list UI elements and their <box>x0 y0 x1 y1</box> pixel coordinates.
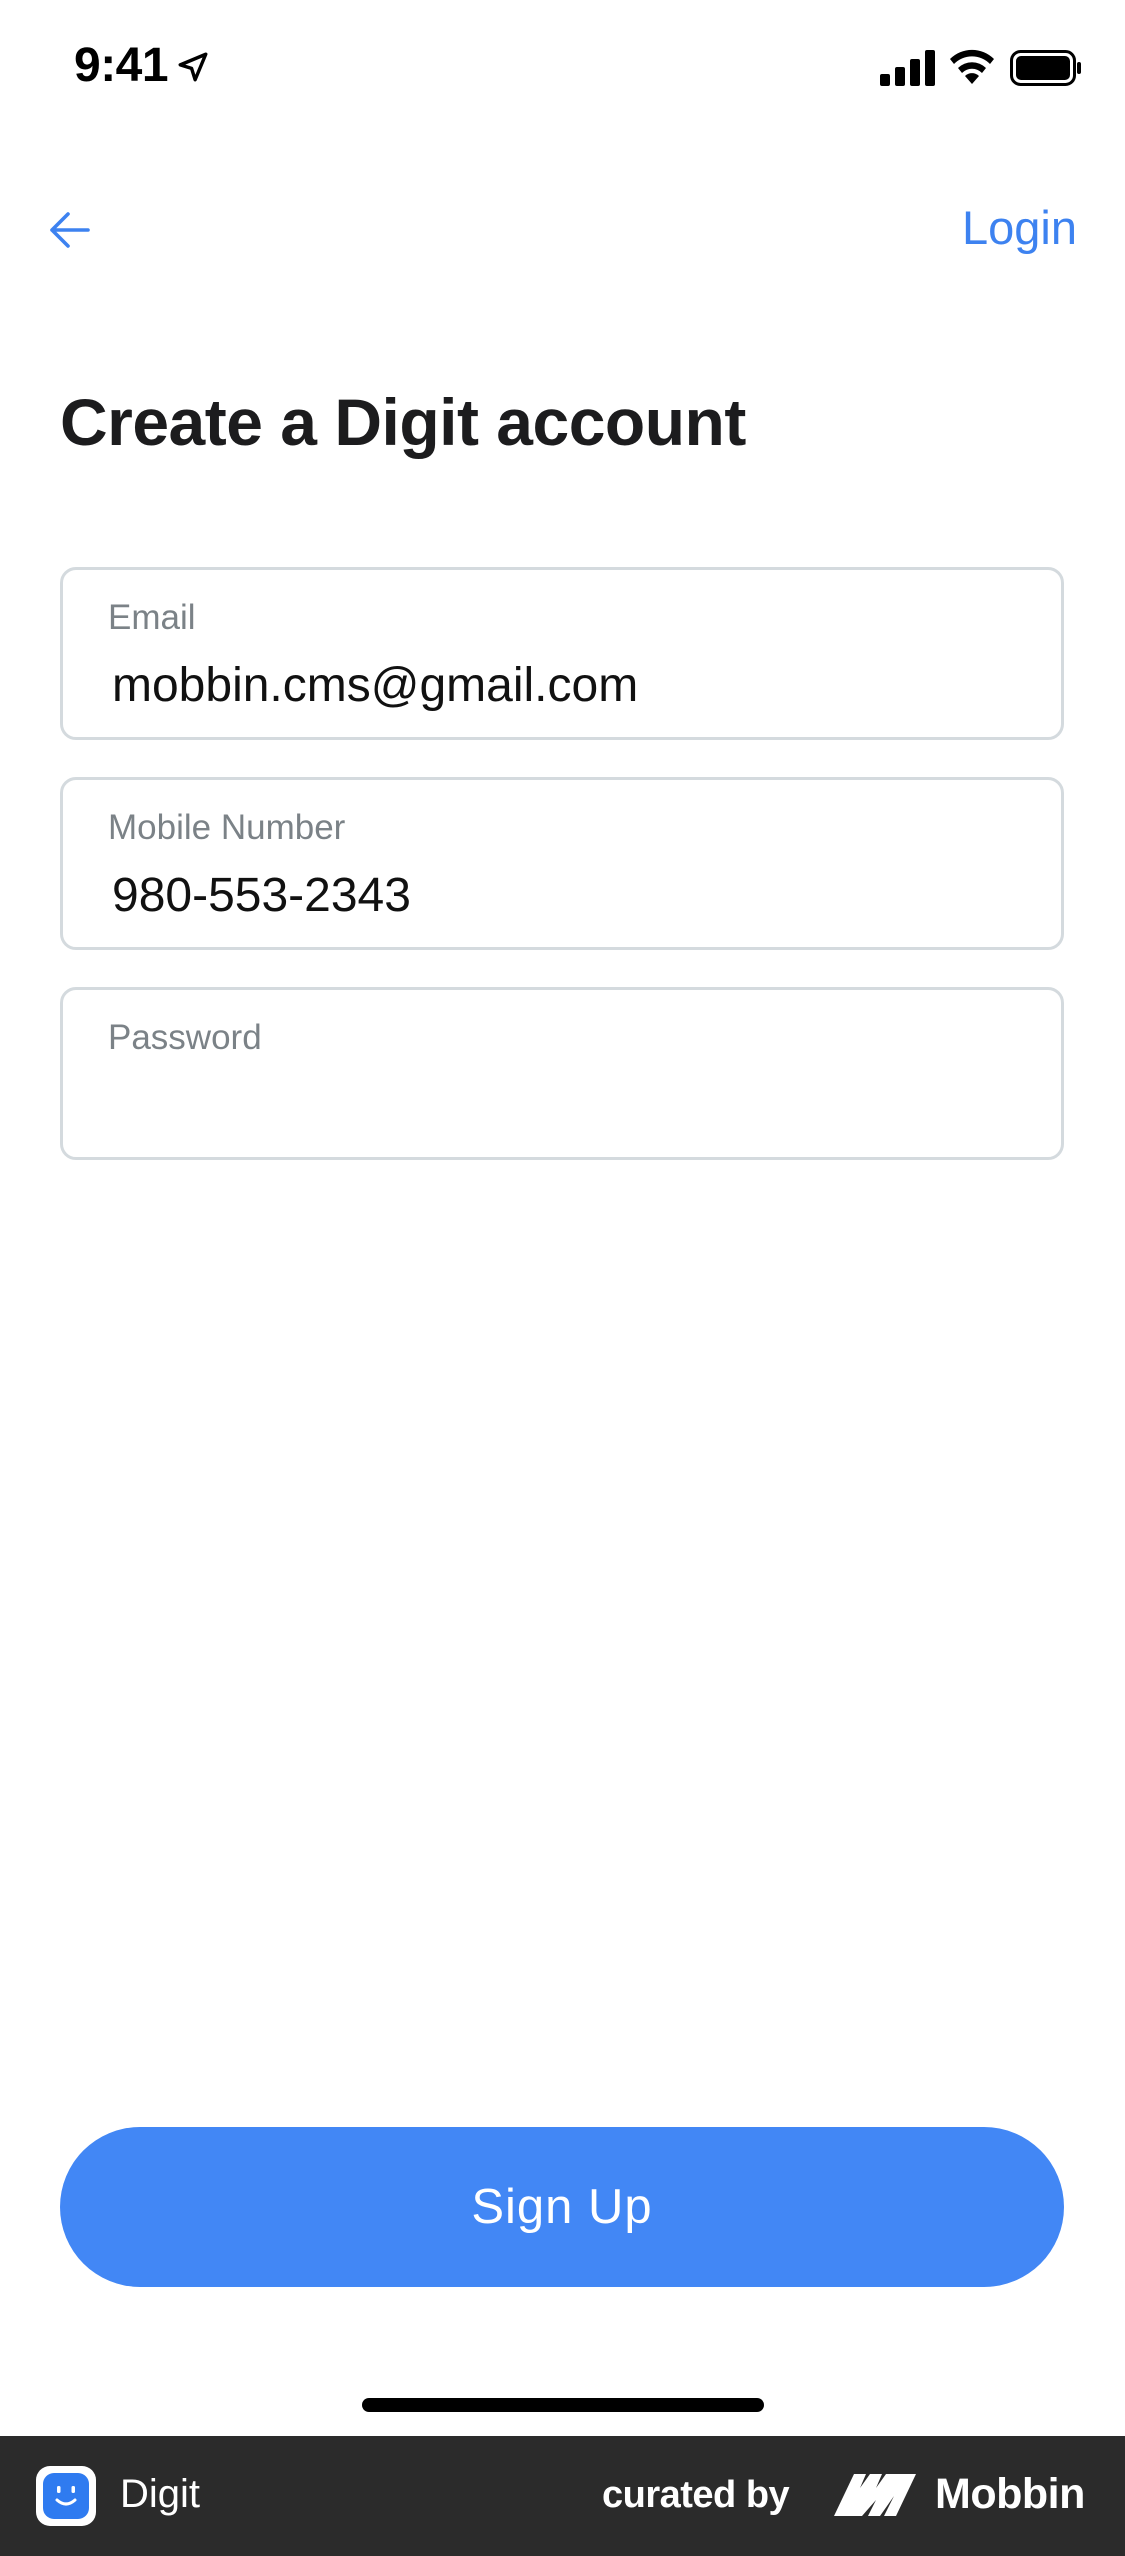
cellular-signal-icon <box>880 50 935 86</box>
email-field[interactable]: Email mobbin.cms@gmail.com <box>60 567 1064 740</box>
login-link[interactable]: Login <box>962 200 1077 255</box>
mobbin-logo <box>834 2474 916 2516</box>
back-button[interactable] <box>36 196 104 264</box>
status-time: 9:41 <box>74 39 169 92</box>
mobile-number-field-value: 980-553-2343 <box>112 869 411 922</box>
email-field-value: mobbin.cms@gmail.com <box>112 659 639 712</box>
page-title: Create a Digit account <box>60 385 746 459</box>
home-indicator[interactable] <box>362 2398 764 2412</box>
mobile-number-field[interactable]: Mobile Number 980-553-2343 <box>60 777 1064 950</box>
footer-bar: Digit curated by Mobbin <box>0 2436 1125 2556</box>
digit-app-logo <box>36 2466 96 2526</box>
email-field-label: Email <box>108 598 196 637</box>
password-field[interactable]: Password <box>60 987 1064 1160</box>
password-field-label: Password <box>108 1018 262 1057</box>
battery-icon <box>1010 50 1081 86</box>
footer-app-name: Digit <box>120 2472 201 2516</box>
back-arrow-icon <box>50 212 90 248</box>
mobile-number-field-label: Mobile Number <box>108 808 346 847</box>
footer-curated-by: curated by <box>602 2474 790 2516</box>
status-bar: 9:41 <box>0 0 1125 140</box>
signup-screen: 9:41 Login Create a Digit account Email <box>0 0 1125 2556</box>
location-arrow-icon <box>178 52 208 82</box>
footer-brand: Mobbin <box>935 2470 1085 2518</box>
sign-up-button[interactable]: Sign Up <box>60 2127 1064 2287</box>
wifi-icon <box>950 49 994 84</box>
